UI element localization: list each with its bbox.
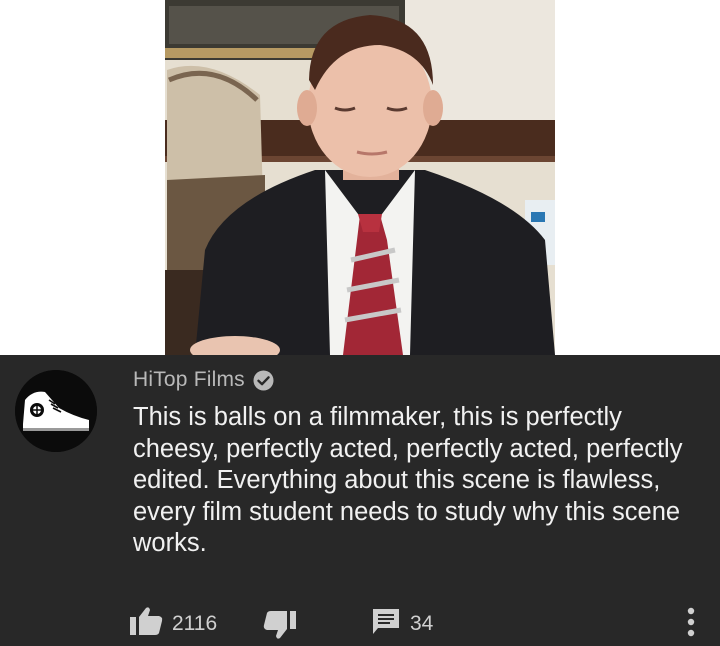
reply-count: 34 [410,611,434,635]
comment-icon [370,605,402,642]
like-button[interactable]: 2116 [128,605,217,642]
verified-check-icon [253,370,274,391]
comment-actions: 2116 34 [0,603,720,639]
video-still-image [165,0,555,355]
comment-header: HiTop Films [133,366,274,394]
more-options-button[interactable] [684,605,698,644]
reply-button[interactable]: 34 [370,605,433,642]
author-name[interactable]: HiTop Films [133,368,245,392]
thumbs-down-icon [262,609,298,646]
like-count: 2116 [172,611,218,635]
more-vert-icon [684,605,698,644]
dislike-button[interactable] [262,609,298,646]
comment-panel: HiTop Films This is balls on a filmmaker… [0,355,720,646]
comment-text: This is balls on a filmmaker, this is pe… [133,403,683,557]
video-frame [165,0,555,355]
thumbs-up-icon [128,605,164,642]
sneaker-logo-icon [15,370,97,452]
channel-avatar[interactable] [15,370,97,452]
